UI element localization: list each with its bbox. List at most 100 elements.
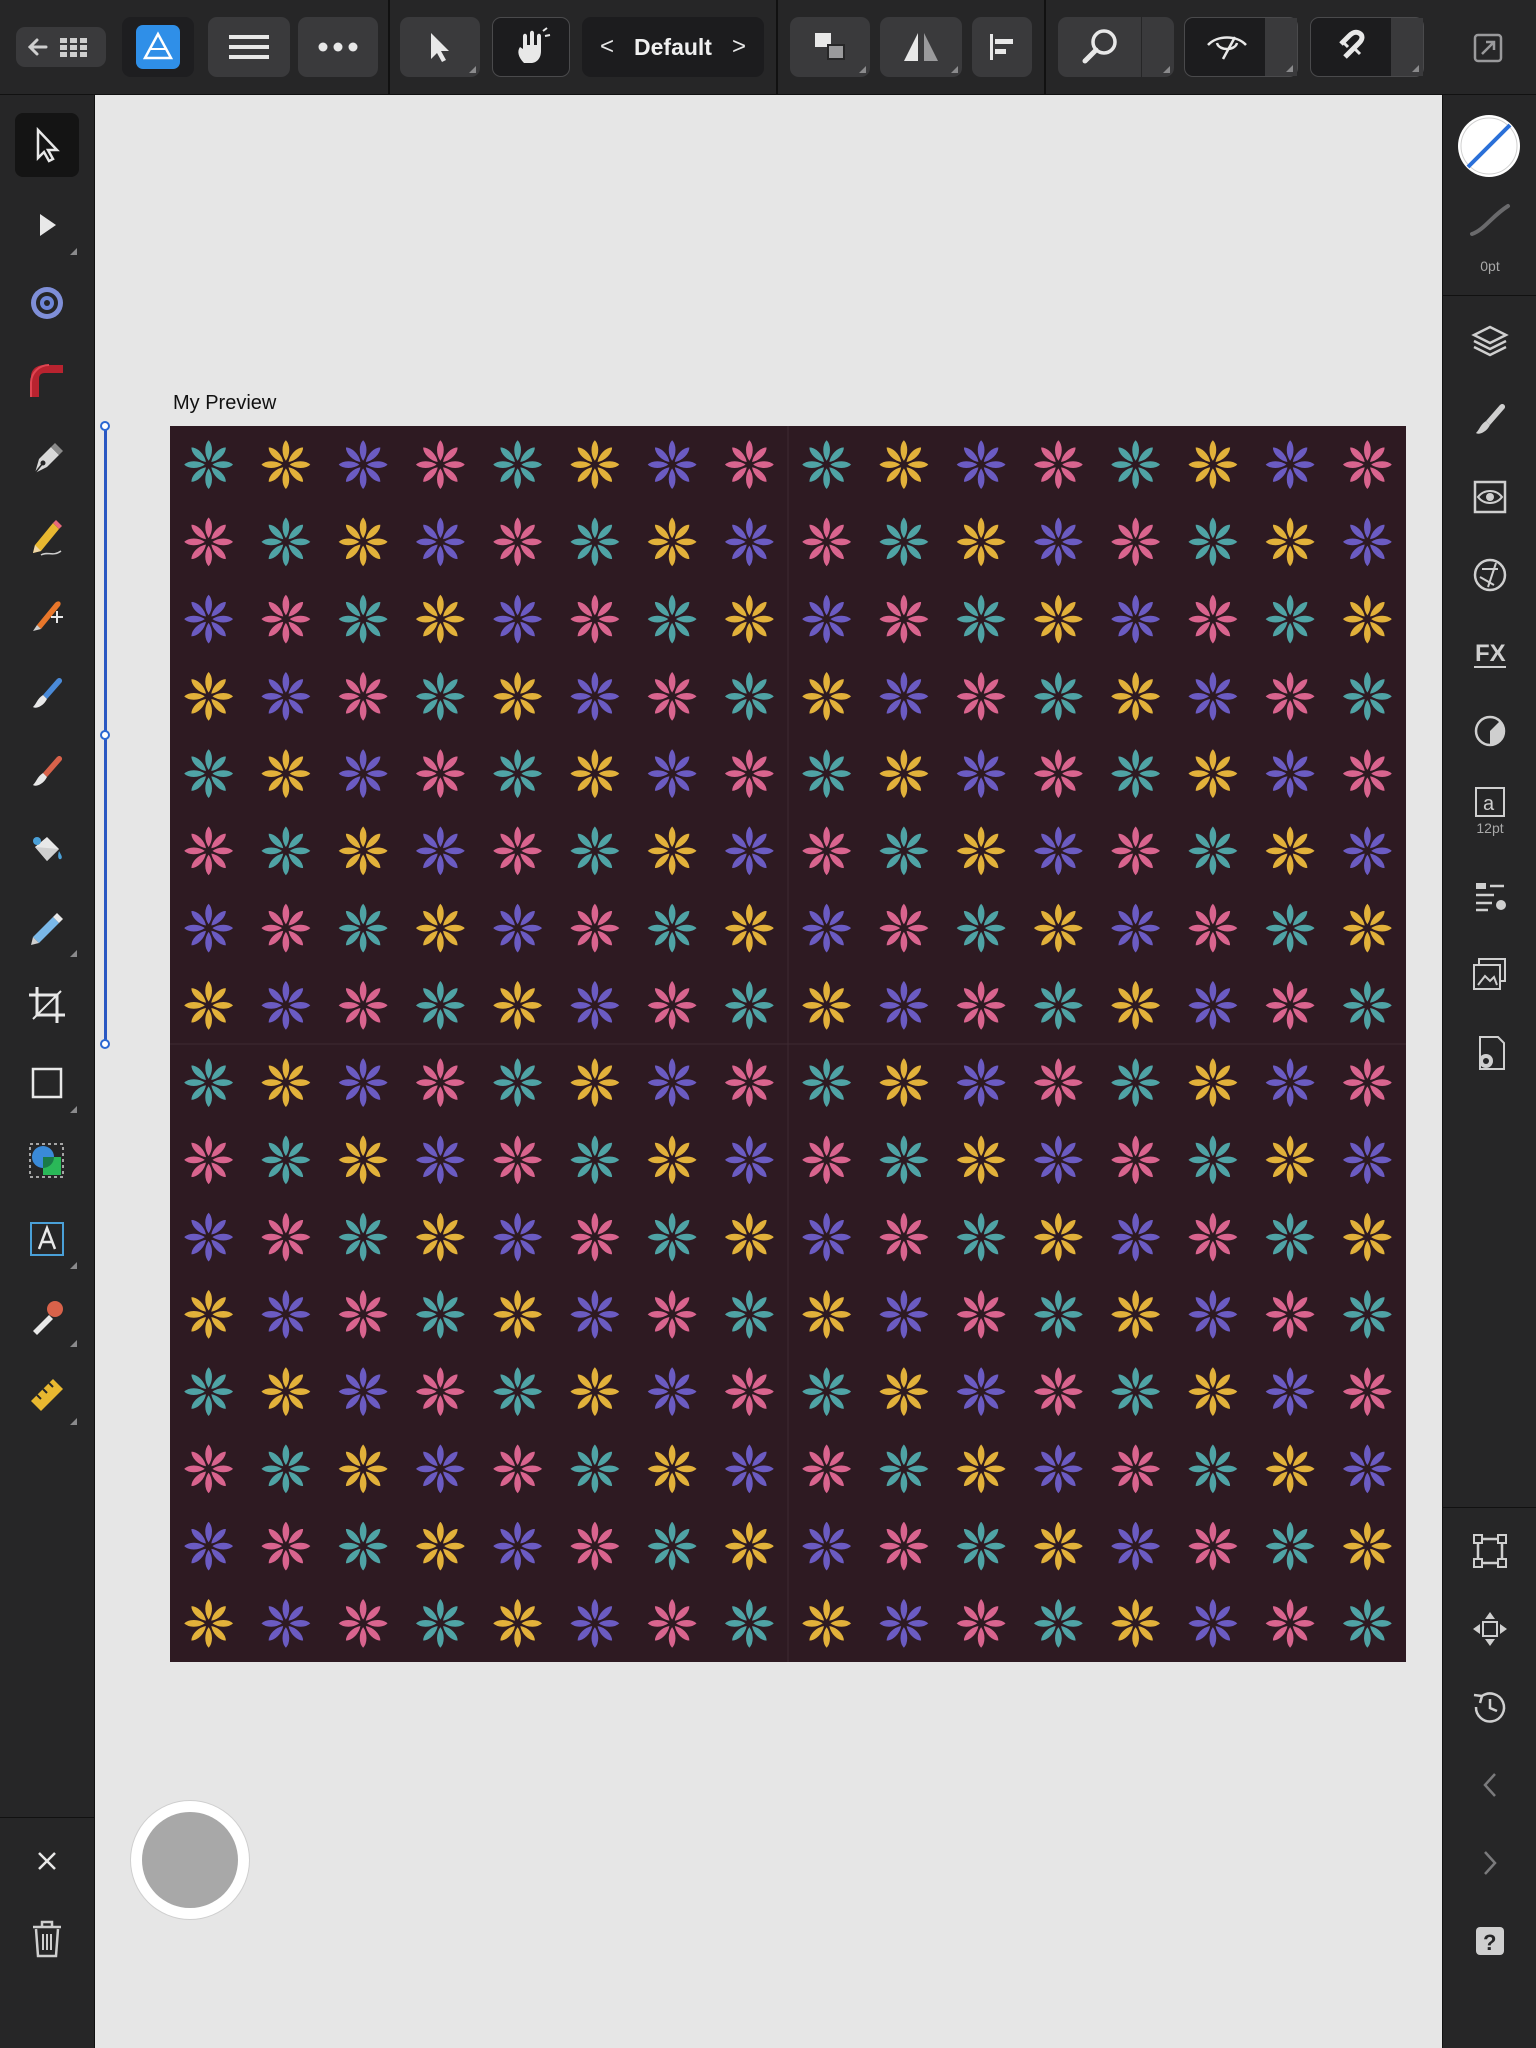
color-panel-button[interactable] <box>1458 699 1522 763</box>
pattern-flower <box>415 517 465 567</box>
pattern-flower <box>647 749 697 799</box>
text-tool[interactable] <box>15 1207 79 1271</box>
pattern-flower <box>1033 749 1083 799</box>
close-context-button[interactable] <box>15 1829 79 1893</box>
history-panel-button[interactable] <box>1458 1675 1522 1739</box>
stroke-style-button[interactable] <box>1458 195 1522 245</box>
paint-brush-tool[interactable] <box>15 661 79 725</box>
more-button[interactable] <box>298 17 378 77</box>
fill-tool[interactable] <box>15 817 79 881</box>
pattern-flower <box>261 517 311 567</box>
measure-tool[interactable] <box>15 1363 79 1427</box>
rectangle-tool[interactable] <box>15 1051 79 1115</box>
preset-selector[interactable]: < Default > <box>582 17 764 77</box>
menu-button[interactable] <box>208 17 290 77</box>
node-tool[interactable] <box>15 193 79 257</box>
vector-brush-tool[interactable] <box>15 583 79 647</box>
pattern-flower <box>1188 980 1238 1030</box>
pattern-flower <box>184 903 234 953</box>
quick-shape-button[interactable] <box>131 1801 249 1919</box>
text-studio-icon: a <box>1475 787 1505 817</box>
pattern-flower <box>415 1212 465 1262</box>
help-button[interactable]: ? <box>1458 1909 1522 1973</box>
color-picker-tool[interactable] <box>15 1285 79 1349</box>
collapse-left-button[interactable] <box>1458 1753 1522 1817</box>
close-icon <box>38 1852 56 1870</box>
pattern-flower <box>261 1444 311 1494</box>
preset-next-button[interactable]: > <box>732 33 746 61</box>
pattern-flower <box>493 903 543 953</box>
selection-handle-top[interactable] <box>100 421 110 431</box>
crop-tool[interactable] <box>15 973 79 1037</box>
pattern-flower <box>802 1135 852 1185</box>
pattern-flower <box>1265 671 1315 721</box>
pattern-flower <box>1033 1212 1083 1262</box>
paint-brush-icon <box>33 677 63 708</box>
flip-button[interactable] <box>880 17 962 77</box>
pattern-flower <box>956 594 1006 644</box>
adjustments-panel-button[interactable] <box>1458 543 1522 607</box>
brushes-panel-button[interactable] <box>1458 387 1522 451</box>
pattern-flower <box>1342 594 1392 644</box>
pattern-flower <box>647 440 697 490</box>
pattern-flower <box>879 594 929 644</box>
pattern-flower <box>879 1521 929 1571</box>
pattern-flower <box>802 1444 852 1494</box>
fx-panel-button[interactable]: FX <box>1458 621 1522 685</box>
pattern-flower <box>184 440 234 490</box>
pencil-tool[interactable] <box>15 505 79 569</box>
pattern-artboard[interactable] <box>170 426 1406 1662</box>
back-to-gallery-button[interactable] <box>16 27 106 67</box>
pattern-flower <box>493 980 543 1030</box>
pattern-flower <box>570 594 620 644</box>
designer-persona-button[interactable] <box>122 17 194 77</box>
pen-tool[interactable] <box>15 427 79 491</box>
panel-separator <box>1443 295 1536 296</box>
contour-tool[interactable] <box>15 271 79 335</box>
pattern-flower <box>956 1289 1006 1339</box>
layers-panel-button[interactable] <box>1458 309 1522 373</box>
pattern-flower <box>1342 1444 1392 1494</box>
pattern-flower <box>956 440 1006 490</box>
selection-handle-middle[interactable] <box>100 730 110 740</box>
pattern-flower <box>802 1212 852 1262</box>
arrange-button[interactable] <box>790 17 870 77</box>
arrange-icon <box>815 33 845 60</box>
view-mode-button[interactable] <box>1184 17 1298 77</box>
preset-prev-button[interactable]: < <box>600 33 614 61</box>
pattern-flower <box>1111 594 1161 644</box>
expand-right-button[interactable] <box>1458 1831 1522 1895</box>
fullscreen-button[interactable] <box>1472 32 1504 64</box>
pattern-flower <box>1342 1212 1392 1262</box>
document-settings-button[interactable] <box>1458 1021 1522 1085</box>
pattern-flower <box>1265 1058 1315 1108</box>
navigator-panel-button[interactable] <box>1458 1597 1522 1661</box>
hamburger-icon <box>229 35 269 59</box>
transparency-tool[interactable] <box>15 895 79 959</box>
corner-tool[interactable] <box>15 349 79 413</box>
pattern-flower <box>570 980 620 1030</box>
shape-builder-tool[interactable] <box>15 1129 79 1193</box>
snapping-button[interactable] <box>1310 17 1424 77</box>
fill-color-swatch[interactable] <box>1458 115 1520 177</box>
pattern-flower <box>338 1212 388 1262</box>
touch-modifier-button[interactable] <box>492 17 570 77</box>
assets-panel-button[interactable] <box>1458 943 1522 1007</box>
select-mode-button[interactable] <box>400 17 480 77</box>
delete-button[interactable] <box>15 1907 79 1971</box>
paragraph-panel-button[interactable] <box>1458 865 1522 929</box>
artboard-title[interactable]: My Preview <box>173 392 276 415</box>
pattern-flower <box>570 1212 620 1262</box>
selection-handle-bottom[interactable] <box>100 1039 110 1049</box>
flip-icon <box>904 33 938 61</box>
pattern-flower <box>184 1367 234 1417</box>
pattern-flower <box>184 1135 234 1185</box>
zoom-button[interactable] <box>1058 17 1174 77</box>
transform-panel-button[interactable] <box>1458 1519 1522 1583</box>
move-tool[interactable] <box>15 113 79 177</box>
appearance-panel-button[interactable] <box>1458 465 1522 529</box>
pattern-flower <box>647 1058 697 1108</box>
text-tool-icon <box>30 1222 64 1256</box>
align-button[interactable] <box>972 17 1032 77</box>
pixel-brush-tool[interactable] <box>15 739 79 803</box>
